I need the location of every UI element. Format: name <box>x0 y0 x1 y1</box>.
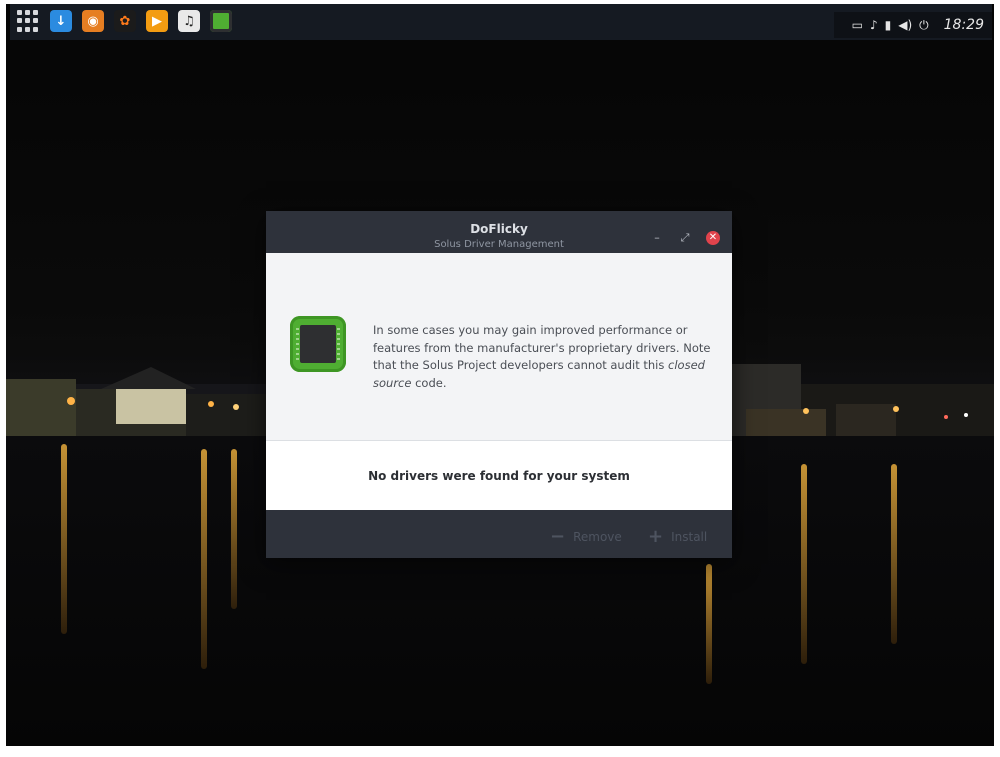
light-reflection <box>231 449 237 609</box>
orange-app-icon[interactable]: ◉ <box>82 10 104 32</box>
download-arrow-icon[interactable]: ↓ <box>50 10 72 32</box>
dialog-content: In some cases you may gain improved perf… <box>266 253 732 510</box>
plus-icon: + <box>648 526 664 547</box>
notifications-icon[interactable]: ▭ <box>852 18 863 32</box>
minimize-icon[interactable]: – <box>650 231 664 245</box>
play-icon[interactable]: ▶ <box>146 10 168 32</box>
battery-icon[interactable]: ▮ <box>885 18 892 32</box>
media-icon[interactable]: ✿ <box>114 10 136 32</box>
close-icon[interactable]: ✕ <box>706 231 720 245</box>
minus-icon: − <box>550 526 566 547</box>
app-menu-grid-icon[interactable] <box>16 9 40 33</box>
info-panel: In some cases you may gain improved perf… <box>266 253 732 441</box>
light-reflection <box>706 564 712 684</box>
panel-launchers: ↓ ◉ ✿ ▶ ♫ <box>16 9 232 33</box>
install-button[interactable]: + Install <box>648 526 707 547</box>
remove-button[interactable]: − Remove <box>550 526 622 547</box>
volume-icon[interactable]: ◀) <box>898 18 912 32</box>
light-reflection <box>801 464 807 664</box>
bell-icon[interactable]: ♪ <box>870 18 878 32</box>
clock[interactable]: 18:29 <box>944 17 984 33</box>
top-panel: ↓ ◉ ✿ ▶ ♫ ▭ ♪ ▮ ◀) ⏻ 18:29 <box>10 4 992 40</box>
chip-icon[interactable] <box>210 10 232 32</box>
light-reflection <box>201 449 207 669</box>
music-icon[interactable]: ♫ <box>178 10 200 32</box>
power-icon[interactable]: ⏻ <box>919 18 929 33</box>
titlebar[interactable]: DoFlicky Solus Driver Management – ⤢ ✕ <box>266 211 732 253</box>
chip-icon <box>290 316 346 372</box>
driver-management-dialog: DoFlicky Solus Driver Management – ⤢ ✕ I… <box>266 211 732 558</box>
no-drivers-message: No drivers were found for your system <box>368 469 630 483</box>
light-reflection <box>61 444 67 634</box>
light-reflection <box>891 464 897 644</box>
proprietary-driver-note: In some cases you may gain improved perf… <box>373 323 711 390</box>
system-tray: ▭ ♪ ▮ ◀) ⏻ 18:29 <box>834 12 992 38</box>
dialog-footer: − Remove + Install <box>266 510 732 558</box>
maximize-icon[interactable]: ⤢ <box>678 231 692 245</box>
